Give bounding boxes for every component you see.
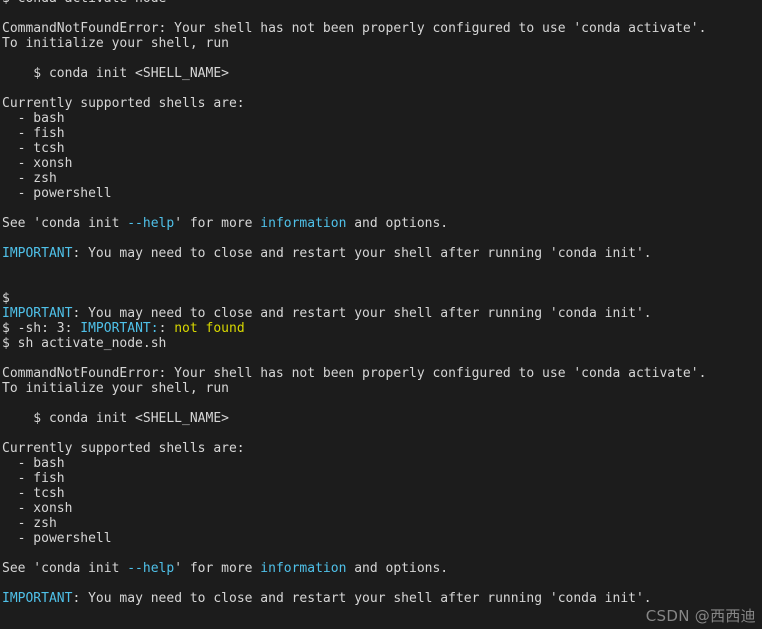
terminal-text-span: CommandNotFoundError: Your shell has not… [2,366,707,381]
terminal-text-span: - powershell [2,186,112,201]
terminal-text-span: - zsh [2,171,57,186]
terminal-text-span: : You may need to close and restart your… [72,591,652,606]
terminal-line: Currently supported shells are: [2,441,760,456]
terminal-text-span: See 'conda init [2,216,128,231]
terminal-line: - fish [2,471,760,486]
terminal-text-span: and options. [346,216,449,231]
terminal-line: $ sh activate_node.sh [2,336,760,351]
terminal-text-span: - xonsh [2,156,73,171]
terminal-text-span: --help [127,561,175,576]
terminal-text-span: $ sh activate_node.sh [2,336,167,351]
terminal-text-span: - bash [2,456,65,471]
terminal-text-span: : You may need to close and restart your… [72,306,652,321]
terminal-text-span: See 'conda init [2,561,128,576]
terminal-line: $ -sh: 3: IMPORTANT:: not found [2,321,760,336]
terminal-text-span: --help [127,216,175,231]
terminal-line: To initialize your shell, run [2,36,760,51]
terminal-text-span: - fish [2,126,65,141]
terminal-text-span: - fish [2,471,65,486]
terminal-line: To initialize your shell, run [2,381,760,396]
terminal-text-span: - powershell [2,531,112,546]
terminal-text-span: $ conda init <SHELL_NAME> [2,411,229,426]
terminal-line: IMPORTANT: You may need to close and res… [2,246,760,261]
terminal-text-span: - xonsh [2,501,73,516]
terminal-line: CommandNotFoundError: Your shell has not… [2,21,760,36]
terminal-window[interactable]: $ conda activate node CommandNotFoundErro… [0,0,762,629]
terminal-line: - bash [2,456,760,471]
terminal-text-span: - zsh [2,516,57,531]
terminal-line: - xonsh [2,156,760,171]
terminal-text-span: : You may need to close and restart your… [72,246,652,261]
terminal-line: - bash [2,111,760,126]
terminal-text-span: - bash [2,111,65,126]
terminal-text-span: not found [174,321,245,336]
terminal-text-span: To initialize your shell, run [2,36,229,51]
terminal-text-span: and options. [346,561,449,576]
terminal-line: - tcsh [2,141,760,156]
terminal-text-span: : [158,321,175,336]
terminal-line: IMPORTANT: You may need to close and res… [2,591,760,606]
terminal-text-span: Currently supported shells are: [2,441,245,456]
terminal-line: CommandNotFoundError: Your shell has not… [2,366,760,381]
terminal-line: - zsh [2,516,760,531]
terminal-scrollback[interactable]: $ conda activate node CommandNotFoundErro… [2,0,760,606]
terminal-line: - zsh [2,171,760,186]
terminal-text-span: information [260,216,347,231]
terminal-line: See 'conda init --help' for more informa… [2,561,760,576]
terminal-text-span: ' for more [174,561,261,576]
terminal-line: - powershell [2,531,760,546]
terminal-text-span: information [260,561,347,576]
terminal-line: Currently supported shells are: [2,96,760,111]
terminal-text-span: IMPORTANT: [80,321,159,336]
terminal-line: - xonsh [2,501,760,516]
terminal-line: IMPORTANT: You may need to close and res… [2,306,760,321]
terminal-text-span: IMPORTANT [2,246,73,261]
terminal-text-span: ' for more [174,216,261,231]
terminal-text-span: $ conda init <SHELL_NAME> [2,66,229,81]
terminal-line: See 'conda init --help' for more informa… [2,216,760,231]
terminal-text-span: Currently supported shells are: [2,96,245,111]
terminal-text-span: IMPORTANT [2,591,73,606]
terminal-text-span: $ conda activate node [2,0,166,6]
terminal-text-span: - tcsh [2,486,65,501]
terminal-text-span: $ -sh: 3: [2,321,81,336]
terminal-line: $ conda init <SHELL_NAME> [2,411,760,426]
csdn-watermark: CSDN @西西迪 [645,607,756,625]
terminal-line: - powershell [2,186,760,201]
terminal-text-span: $ [2,291,10,306]
terminal-line: $ conda init <SHELL_NAME> [2,66,760,81]
terminal-line: - fish [2,126,760,141]
terminal-text-span: CommandNotFoundError: Your shell has not… [2,21,707,36]
terminal-text-span: To initialize your shell, run [2,381,229,396]
terminal-line: - tcsh [2,486,760,501]
terminal-text-span: IMPORTANT [2,306,73,321]
terminal-line: $ [2,291,760,306]
terminal-text-span: - tcsh [2,141,65,156]
